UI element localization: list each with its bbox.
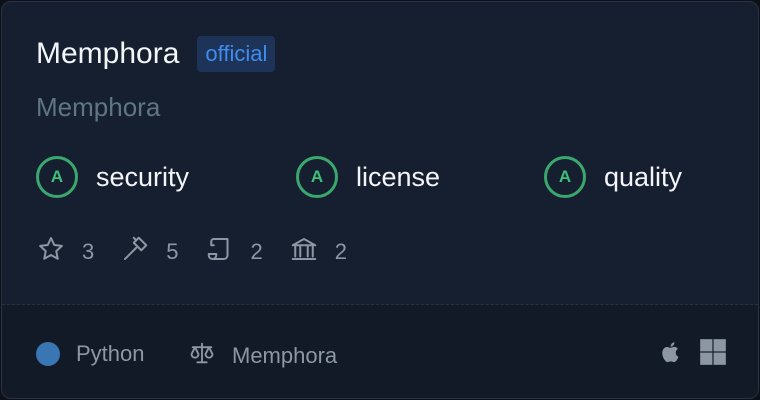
grade-label: quality — [604, 162, 683, 192]
license-label: Memphora — [232, 342, 338, 368]
platform-icons — [644, 337, 728, 367]
language-label: Python — [76, 341, 145, 366]
card-title[interactable]: Memphora — [36, 36, 179, 72]
server-card[interactable]: Memphora official Memphora A security A … — [1, 1, 759, 399]
grade-badge: A — [36, 156, 78, 198]
bank-icon — [289, 234, 319, 269]
language-info: Python — [36, 341, 145, 367]
grade-quality[interactable]: A quality — [544, 156, 682, 198]
title-row: Memphora official — [36, 36, 276, 72]
grade-badge: A — [296, 156, 338, 198]
stat-stars[interactable]: 3 — [36, 234, 94, 269]
grade-license[interactable]: A license — [296, 156, 440, 198]
stats-row: 3 5 2 2 — [36, 234, 373, 269]
apple-icon — [656, 337, 686, 367]
stat-value: 3 — [82, 238, 95, 264]
grade-security[interactable]: A security — [36, 156, 189, 198]
stat-resources[interactable]: 2 — [289, 234, 347, 269]
card-subtitle: Memphora — [36, 92, 161, 122]
official-badge: official — [197, 36, 276, 72]
license-info: Memphora — [188, 339, 337, 372]
card-footer: Python Memphora — [2, 305, 758, 398]
windows-icon — [698, 337, 728, 367]
stat-value: 5 — [166, 238, 179, 264]
grade-label: license — [356, 162, 441, 192]
stat-value: 2 — [334, 238, 347, 264]
language-dot — [36, 342, 60, 366]
scale-icon — [188, 339, 216, 372]
stat-prompts[interactable]: 2 — [205, 234, 263, 269]
scroll-icon — [205, 234, 235, 269]
grade-badge: A — [544, 156, 586, 198]
star-icon — [36, 234, 66, 269]
stat-tools[interactable]: 5 — [120, 234, 179, 269]
stat-value: 2 — [250, 238, 263, 264]
hammer-icon — [120, 234, 150, 269]
grade-label: security — [96, 162, 190, 192]
